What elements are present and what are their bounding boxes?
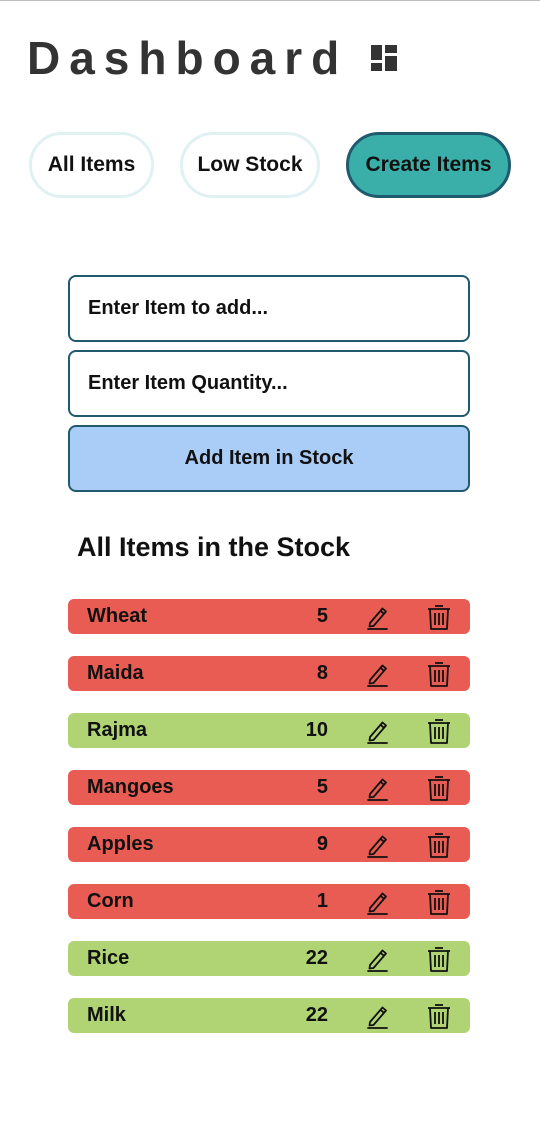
- stock-row: Rajma 10: [68, 713, 470, 748]
- trash-icon[interactable]: [426, 603, 452, 631]
- pencil-icon[interactable]: [365, 775, 391, 801]
- stock-row: Rice 22: [68, 941, 470, 976]
- stock-list-title: All Items in the Stock: [77, 532, 351, 562]
- item-name: Mangoes: [87, 776, 174, 798]
- trash-icon[interactable]: [426, 774, 452, 802]
- stock-row: Mangoes 5: [68, 770, 470, 805]
- tab-low-stock[interactable]: Low Stock: [180, 132, 320, 198]
- item-quantity: 5: [316, 776, 328, 798]
- stock-row: Corn 1: [68, 884, 470, 919]
- pencil-icon[interactable]: [365, 889, 391, 915]
- top-divider: [0, 0, 540, 1]
- item-name: Rajma: [87, 719, 148, 741]
- item-quantity: 5: [316, 605, 328, 627]
- stock-row: Maida 8: [68, 656, 470, 691]
- tab-create-items[interactable]: Create Items: [346, 132, 511, 198]
- trash-icon[interactable]: [426, 660, 452, 688]
- item-quantity: 10: [305, 719, 328, 741]
- trash-icon[interactable]: [426, 831, 452, 859]
- item-quantity: 9: [316, 833, 328, 855]
- trash-icon[interactable]: [426, 888, 452, 916]
- pencil-icon[interactable]: [365, 718, 391, 744]
- dashboard-icon: [370, 44, 398, 72]
- item-quantity: 8: [316, 662, 328, 684]
- item-quantity-input[interactable]: Enter Item Quantity...: [68, 350, 470, 417]
- pencil-icon[interactable]: [365, 832, 391, 858]
- stock-row: Wheat 5: [68, 599, 470, 634]
- tab-all-items[interactable]: All Items: [29, 132, 154, 198]
- trash-icon[interactable]: [426, 717, 452, 745]
- pencil-icon[interactable]: [365, 661, 391, 687]
- item-quantity: 22: [305, 1004, 328, 1026]
- pencil-icon[interactable]: [365, 1003, 391, 1029]
- tab-bar: All Items Low Stock Create Items: [29, 132, 511, 198]
- pencil-icon[interactable]: [365, 604, 391, 630]
- page-title: Dashboard: [27, 32, 349, 84]
- item-name: Apples: [87, 833, 154, 855]
- stock-row: Apples 9: [68, 827, 470, 862]
- trash-icon[interactable]: [426, 945, 452, 973]
- item-name: Wheat: [87, 605, 147, 627]
- item-quantity: 22: [305, 947, 328, 969]
- page-header: Dashboard: [27, 32, 398, 84]
- pencil-icon[interactable]: [365, 946, 391, 972]
- item-name: Maida: [87, 662, 144, 684]
- item-name: Milk: [87, 1004, 126, 1026]
- trash-icon[interactable]: [426, 1002, 452, 1030]
- item-quantity: 1: [316, 890, 328, 912]
- item-name: Rice: [87, 947, 130, 969]
- add-item-button[interactable]: Add Item in Stock: [68, 425, 470, 492]
- item-name-input[interactable]: Enter Item to add...: [68, 275, 470, 342]
- stock-row: Milk 22: [68, 998, 470, 1033]
- item-name: Corn: [87, 890, 134, 912]
